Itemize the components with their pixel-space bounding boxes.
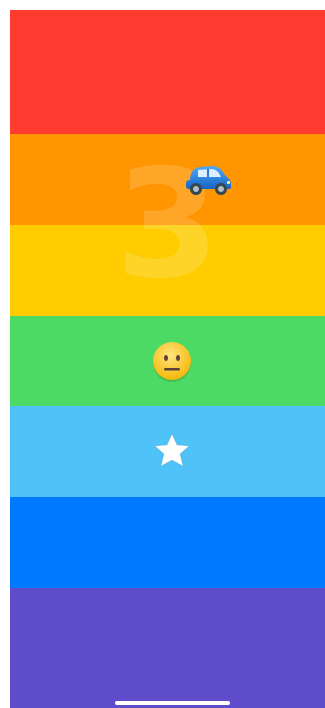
lane-yellow[interactable] (10, 225, 325, 316)
lane-orange[interactable] (10, 134, 325, 225)
star-icon[interactable] (153, 432, 191, 468)
car-icon[interactable] (184, 160, 232, 196)
lane-purple[interactable] (10, 588, 325, 708)
neutral-face-icon[interactable] (151, 341, 193, 383)
lane-blue[interactable] (10, 497, 325, 588)
game-screen[interactable]: 3 (10, 10, 325, 708)
home-indicator[interactable] (115, 701, 230, 705)
lane-red[interactable] (10, 10, 325, 134)
